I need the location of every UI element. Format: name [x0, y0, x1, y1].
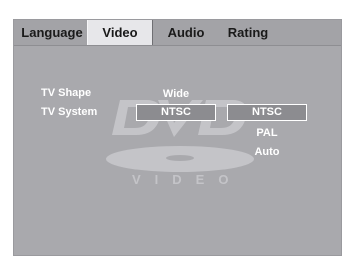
tab-audio[interactable]: Audio	[159, 20, 213, 45]
settings-window: Language Video Audio Rating VIDEO TV Sha…	[4, 4, 342, 258]
tab-bar: Language Video Audio Rating	[14, 20, 341, 46]
settings-panel: Language Video Audio Rating VIDEO TV Sha…	[13, 19, 342, 256]
tv-system-value[interactable]: NTSC	[136, 104, 216, 121]
tv-system-option-pal[interactable]: PAL	[227, 127, 307, 139]
tv-system-option-selected[interactable]: NTSC	[227, 104, 307, 121]
tv-system-label: TV System	[41, 106, 98, 118]
tv-system-option-selected-text: NTSC	[252, 106, 282, 118]
logo-video-text: VIDEO	[132, 172, 243, 187]
tv-shape-value[interactable]: Wide	[136, 88, 216, 100]
tab-rating-label: Rating	[227, 25, 269, 40]
tv-system-value-text: NTSC	[161, 106, 191, 118]
tab-language-label: Language	[21, 25, 83, 40]
tv-shape-label: TV Shape	[41, 87, 92, 99]
tab-rating[interactable]: Rating	[219, 20, 277, 45]
tab-audio-label: Audio	[167, 25, 205, 40]
tv-system-option-auto[interactable]: Auto	[227, 146, 307, 158]
tab-video-label: Video	[102, 25, 138, 40]
tab-language[interactable]: Language	[17, 20, 87, 45]
tab-video[interactable]: Video	[87, 20, 153, 45]
